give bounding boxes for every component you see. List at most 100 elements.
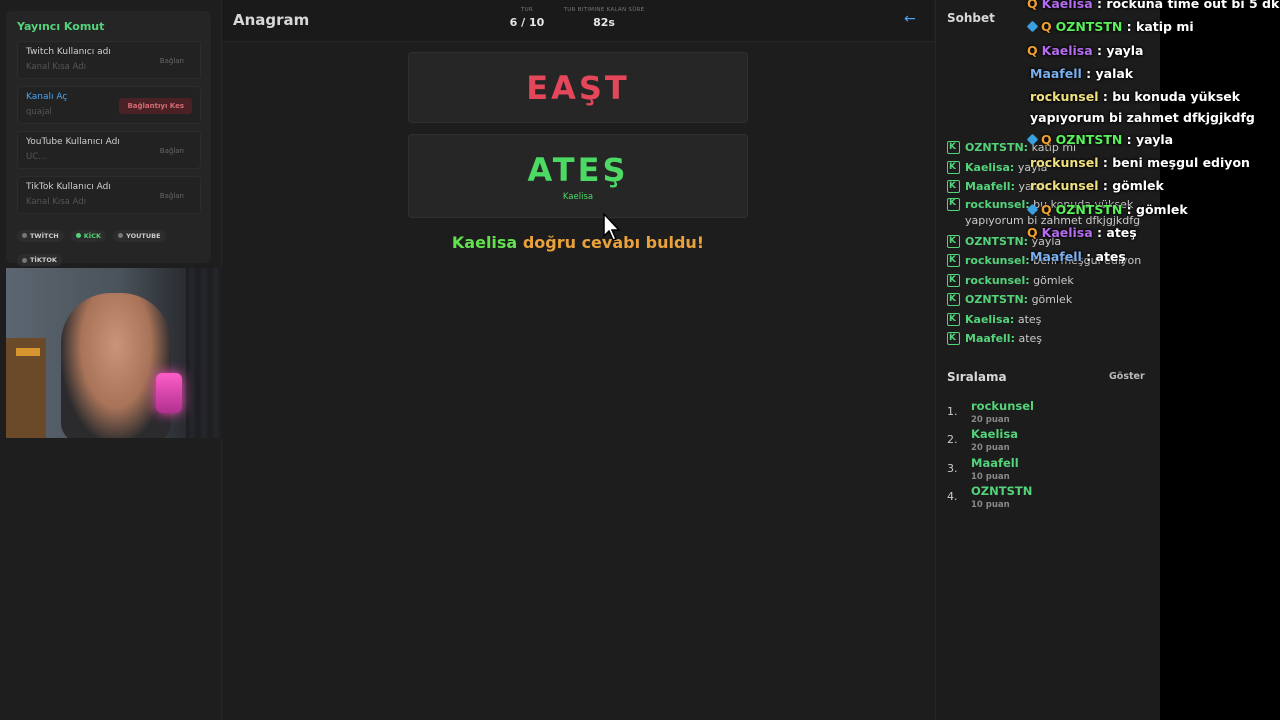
- kick-disconnect-button[interactable]: Bağlantıyı Kes: [119, 98, 192, 114]
- chat-message: rockunsel: beni meşgul ediyon: [947, 251, 1157, 271]
- chat-message: rockunsel: gömlek: [947, 271, 1157, 290]
- chat-user: rockunsel:: [965, 273, 1030, 287]
- mouse-cursor-icon: [603, 213, 621, 241]
- overlay-black-strip: [1160, 0, 1280, 720]
- rank-name: Maafell: [971, 455, 1019, 470]
- kick-icon: [947, 177, 960, 197]
- time-value: 82s: [593, 16, 615, 29]
- kick-icon: [947, 158, 960, 177]
- scrambled-word: EAŞT: [526, 69, 630, 107]
- tiktok-username-label: TikTok Kullanıcı Adı: [26, 182, 111, 192]
- round-value: 6 / 10: [509, 16, 545, 29]
- platform-label: YOUTUBE: [126, 231, 161, 240]
- chat-message: Maafell: yalak: [947, 177, 1157, 197]
- youtube-channel-input[interactable]: UC...: [26, 152, 46, 162]
- rank-points: 20 puan: [971, 415, 1010, 425]
- kick-icon: [947, 310, 960, 329]
- round-stat: TUR 6 / 10: [507, 7, 547, 29]
- twitch-channel-input[interactable]: Kanal Kısa Adı: [26, 62, 86, 72]
- tiktok-channel-input[interactable]: Kanal Kısa Adı: [26, 197, 86, 207]
- twitch-account: Twitch Kullanıcı adı Kanal Kısa Adı Bağl…: [17, 41, 201, 79]
- chat-text: ateş: [1017, 312, 1042, 326]
- kick-icon: [947, 232, 960, 251]
- twitch-username-label: Twitch Kullanıcı adı: [26, 47, 111, 57]
- chat-text: beni meşgul ediyon: [1033, 254, 1142, 267]
- chat-user: rockunsel:: [965, 197, 1030, 211]
- chat-user: OZNTSTN:: [965, 141, 1029, 154]
- platform-label: KİCK: [83, 231, 102, 240]
- ranking-title: Sıralama: [947, 370, 1007, 384]
- kick-icon: [947, 329, 960, 349]
- rank-points: 20 puan: [971, 443, 1010, 454]
- scrambled-word-card: EAŞT: [408, 52, 748, 123]
- chat-user: rockunsel:: [965, 254, 1030, 267]
- status-dot-icon: [22, 257, 27, 263]
- game-area: EAŞT ATEŞ Kaelisa Kaelisa doğru cevabı b…: [222, 43, 934, 720]
- rank-points: 10 puan: [971, 471, 1010, 482]
- chat-text: yayla: [1031, 234, 1062, 248]
- result-message: Kaelisa doğru cevabı buldu!: [408, 233, 748, 252]
- ranking-item: 4. OZNTSTN 10 puan: [947, 484, 1147, 512]
- kick-account: Kanalı Aç quajal Bağlantıyı Kes: [17, 86, 201, 124]
- chat-user: OZNTSTN:: [965, 234, 1029, 248]
- ranking-show-button[interactable]: Göster: [1109, 371, 1145, 382]
- rank-points: 10 puan: [971, 499, 1010, 510]
- kick-icon: [947, 271, 960, 290]
- tiktok-connect-button[interactable]: Bağlan: [152, 188, 192, 204]
- ranking-item: 3. Maafell 10 puan: [947, 456, 1147, 484]
- answer-word: ATEŞ: [527, 151, 629, 189]
- chat-user: Kaelisa:: [965, 312, 1015, 326]
- chat-message: Kaelisa: ateş: [947, 310, 1157, 329]
- rank-name: OZNTSTN: [971, 483, 1033, 498]
- time-stat: TUR BITIMINE KALAN SÜRE 82s: [562, 7, 646, 29]
- chat-message: OZNTSTN: gömlek: [947, 290, 1157, 310]
- chat-message: Maafell: ateş: [947, 329, 1157, 349]
- youtube-account: YouTube Kullanıcı Adı UC... Bağlan: [17, 131, 201, 169]
- chat-message: OZNTSTN: katip mi: [947, 138, 1157, 158]
- rank-name: Kaelisa: [971, 427, 1018, 442]
- kick-icon: [947, 290, 960, 310]
- status-dot-icon: [75, 233, 81, 238]
- answer-card: ATEŞ Kaelisa: [408, 134, 748, 218]
- platform-label: TİKTOK: [30, 256, 57, 264]
- chat-user: OZNTSTN:: [965, 293, 1029, 306]
- platform-label: TWİTCH: [30, 231, 59, 240]
- chat-user: Maafell:: [965, 180, 1015, 193]
- status-dot-icon: [118, 233, 124, 238]
- rank-number: 4.: [947, 489, 958, 503]
- tiktok-account: TikTok Kullanıcı Adı Kanal Kısa Adı Bağl…: [17, 176, 201, 214]
- chat-message: OZNTSTN: yayla: [947, 232, 1157, 251]
- chat-text: ateş: [1018, 332, 1043, 345]
- platform-pill-tiktok: TİKTOK: [17, 254, 62, 266]
- chat-message: rockunsel: bu konuda yüksek yapıyorum bi…: [947, 195, 1157, 229]
- rank-number: 3.: [947, 461, 958, 475]
- platform-pill-youtube: YOUTUBE: [113, 229, 166, 242]
- chat-sidebar: Sohbet OZNTSTN: katip mi Kaelisa: yayla …: [935, 0, 1160, 720]
- youtube-connect-button[interactable]: Bağlan: [152, 143, 192, 159]
- ranking-item: 2. Kaelisa 20 puan: [947, 427, 1147, 455]
- rank-number: 1.: [947, 405, 958, 418]
- platform-pill-twitch: TWİTCH: [17, 229, 64, 242]
- kick-icon: [947, 251, 960, 271]
- kick-open-channel-link[interactable]: Kanalı Aç: [26, 92, 67, 102]
- twitch-connect-button[interactable]: Bağlan: [152, 53, 192, 69]
- result-winner: Kaelisa: [451, 233, 518, 252]
- streamer-person: [61, 293, 171, 438]
- time-label: TUR BITIMINE KALAN SÜRE: [563, 7, 645, 13]
- app-root: Yayıncı Komut Twitch Kullanıcı adı Kanal…: [0, 0, 1280, 720]
- chat-text: gömlek: [1031, 293, 1073, 306]
- webcam-shelf-item: [16, 348, 40, 356]
- chat-text: yalak: [1018, 180, 1048, 193]
- kick-icon: [947, 195, 960, 211]
- chat-text: yayla: [1017, 160, 1048, 174]
- back-arrow-icon[interactable]: ←: [904, 11, 916, 27]
- microphone: [156, 373, 182, 413]
- kick-channel-input[interactable]: quajal: [26, 107, 52, 117]
- chat-user: Kaelisa:: [965, 160, 1015, 174]
- streamer-panel: Yayıncı Komut Twitch Kullanıcı adı Kanal…: [6, 11, 211, 266]
- ranking-item: 1. rockunsel 20 puan: [947, 399, 1147, 427]
- streamer-panel-title: Yayıncı Komut: [17, 20, 105, 33]
- chat-title: Sohbet: [947, 11, 995, 25]
- game-header: Anagram TUR 6 / 10 TUR BITIMINE KALAN SÜ…: [222, 0, 934, 42]
- game-title: Anagram: [233, 11, 310, 29]
